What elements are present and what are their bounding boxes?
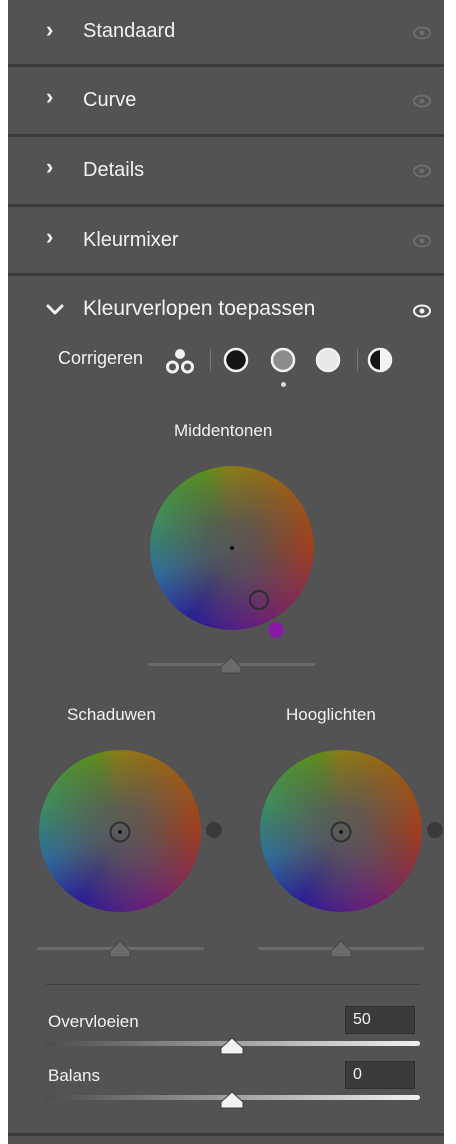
midtones-icon[interactable] [269, 346, 297, 374]
blending-value-input[interactable]: 50 [345, 1006, 415, 1034]
section-label: Standaard [83, 20, 176, 42]
divider [357, 349, 358, 371]
blending-slider-thumb[interactable] [219, 1036, 245, 1056]
chevron-right-icon: › [46, 224, 54, 249]
midtones-label: Middentonen [174, 421, 273, 440]
chevron-right-icon: › [46, 84, 54, 109]
section-curve[interactable]: › Curve [8, 67, 444, 134]
section-label: Kleurmixer [83, 229, 179, 251]
balance-slider-thumb[interactable] [219, 1090, 245, 1110]
shadows-luminance-thumb[interactable] [108, 939, 132, 959]
section-details[interactable]: › Details [8, 137, 444, 204]
chevron-right-icon: › [46, 154, 54, 179]
visibility-eye-icon[interactable] [412, 301, 432, 321]
global-icon[interactable] [366, 346, 394, 374]
highlights-luminance-thumb[interactable] [329, 939, 353, 959]
midtones-luminance-thumb[interactable] [219, 655, 243, 675]
section-kleurmixer[interactable]: › Kleurmixer [8, 207, 444, 274]
shadows-picker-handle[interactable] [108, 820, 132, 844]
midtones-picker-handle[interactable] [249, 590, 269, 610]
divider [46, 984, 420, 985]
visibility-eye-icon[interactable] [412, 161, 432, 181]
highlights-color-swatch [427, 822, 443, 838]
section-standaard[interactable]: › Standaard [8, 0, 444, 67]
adjust-label: Corrigeren [58, 348, 144, 368]
highlights-label: Hooglichten [286, 705, 376, 724]
divider [8, 1133, 444, 1136]
highlights-icon[interactable] [314, 346, 342, 374]
midtones-color-swatch [268, 622, 284, 638]
three-way-icon[interactable] [164, 344, 196, 376]
divider [210, 349, 211, 371]
chevron-down-icon [46, 304, 64, 315]
visibility-eye-icon[interactable] [412, 91, 432, 111]
blending-label: Overvloeien [48, 1012, 139, 1031]
section-color-grading[interactable]: Kleurverlopen toepassen [8, 276, 444, 336]
section-label: Curve [83, 89, 137, 111]
visibility-eye-icon[interactable] [412, 231, 432, 251]
chevron-right-icon: › [46, 17, 54, 42]
visibility-eye-icon[interactable] [412, 23, 432, 43]
section-label: Details [83, 159, 145, 181]
highlights-picker-handle[interactable] [329, 820, 353, 844]
wheel-center-dot [230, 546, 234, 550]
section-label: Kleurverlopen toepassen [83, 297, 316, 320]
shadows-color-swatch [206, 822, 222, 838]
selected-indicator [281, 382, 286, 387]
shadows-label: Schaduwen [67, 705, 156, 724]
balance-value-input[interactable]: 0 [345, 1061, 415, 1089]
shadows-icon[interactable] [222, 346, 250, 374]
balance-label: Balans [48, 1066, 100, 1085]
